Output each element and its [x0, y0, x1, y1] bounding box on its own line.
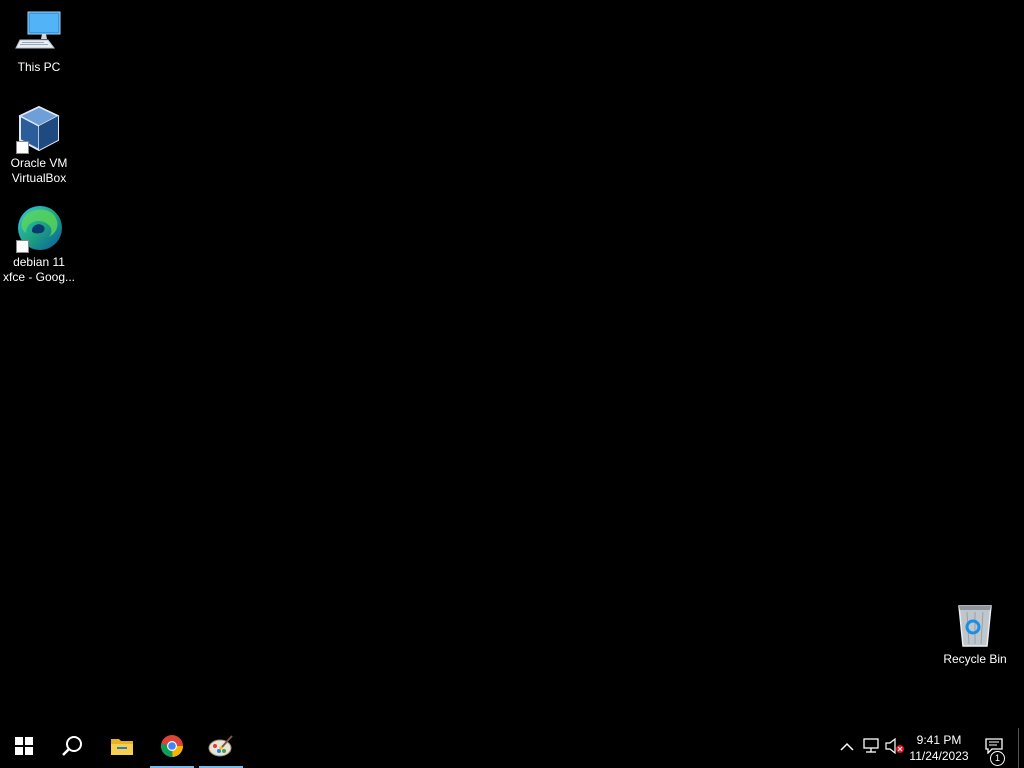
paint-taskbar-button[interactable] — [197, 728, 245, 768]
shortcut-arrow-icon — [16, 141, 29, 154]
windows-start-icon — [15, 736, 33, 760]
desktop-icon-debian-shortcut[interactable]: debian 11 xfce - Goog... — [0, 203, 78, 285]
show-desktop-button[interactable] — [1018, 728, 1024, 768]
network-tray-button[interactable] — [859, 728, 883, 768]
search-button[interactable] — [48, 728, 96, 768]
desktop-icon-this-pc[interactable]: This PC — [0, 8, 78, 75]
search-icon — [61, 735, 83, 762]
chevron-up-icon — [840, 739, 854, 757]
desktop-icon-label: Oracle VM VirtualBox — [10, 156, 68, 185]
show-hidden-icons-button[interactable] — [835, 728, 859, 768]
notification-count-badge: 1 — [990, 751, 1005, 766]
shortcut-arrow-icon — [16, 240, 29, 253]
edge-icon — [14, 203, 64, 253]
taskbar: 9:41 PM 11/24/2023 1 — [0, 728, 1024, 768]
desktop-icon-label: This PC — [17, 60, 61, 74]
desktop-icon-label: Recycle Bin — [943, 652, 1007, 666]
this-pc-icon — [14, 8, 64, 58]
virtualbox-icon — [14, 104, 64, 154]
chrome-icon — [160, 734, 184, 763]
desktop-icon-recycle-bin[interactable]: Recycle Bin — [936, 600, 1014, 667]
start-button[interactable] — [0, 728, 48, 768]
desktop-icon-virtualbox[interactable]: Oracle VM VirtualBox — [0, 104, 78, 186]
network-icon — [862, 737, 880, 759]
clock-time: 9:41 PM — [916, 733, 962, 747]
recycle-bin-icon — [950, 600, 1000, 650]
clock-date: 11/24/2023 — [909, 749, 969, 763]
paint-icon — [208, 734, 234, 763]
file-explorer-button[interactable] — [98, 728, 146, 768]
taskbar-clock[interactable]: 9:41 PM 11/24/2023 — [904, 732, 974, 764]
file-explorer-icon — [110, 736, 134, 761]
volume-muted-icon — [885, 737, 905, 759]
desktop-icon-label: debian 11 xfce - Goog... — [2, 255, 76, 284]
chrome-taskbar-button[interactable] — [148, 728, 196, 768]
desktop: This PC Oracle VM VirtualBox debian 11 x… — [0, 0, 1024, 728]
